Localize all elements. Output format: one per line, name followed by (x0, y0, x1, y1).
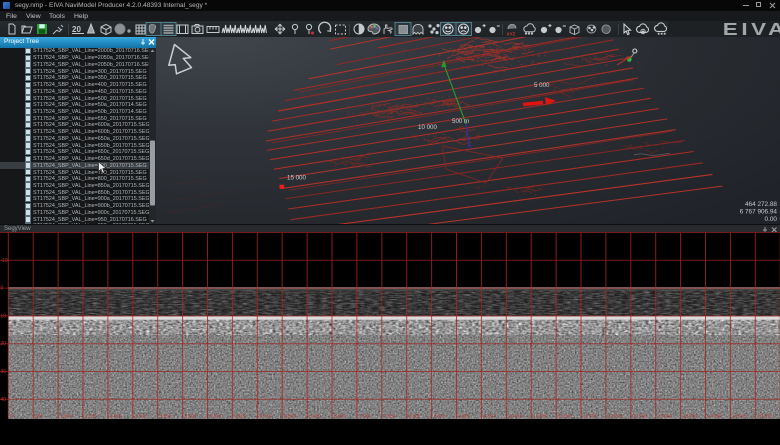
svg-text:7 000: 7 000 (359, 414, 371, 419)
svg-text:5 500: 5 500 (284, 414, 296, 419)
svg-text:XYZ: XYZ (507, 32, 516, 37)
svg-text:9 500: 9 500 (484, 414, 496, 419)
svg-text:500 m: 500 m (452, 118, 469, 125)
svg-text:8 000: 8 000 (409, 414, 421, 419)
svg-text:6 000: 6 000 (309, 414, 321, 419)
svg-text:2 500: 2 500 (135, 414, 147, 419)
svg-text:500: 500 (35, 414, 43, 419)
svg-text:0: 0 (11, 414, 14, 419)
svg-text:5 000: 5 000 (260, 414, 272, 419)
svg-text:12 500: 12 500 (633, 414, 647, 419)
svg-text:-10: -10 (1, 258, 8, 264)
svg-text:10 500: 10 500 (533, 414, 547, 419)
svg-text:7 500: 7 500 (384, 414, 396, 419)
svg-text:30: 30 (1, 369, 7, 375)
svg-text:6 500: 6 500 (334, 414, 346, 419)
svg-text:11 000: 11 000 (558, 414, 572, 419)
svg-text:13 000: 13 000 (658, 414, 672, 419)
svg-text:5 000: 5 000 (534, 82, 550, 89)
svg-text:10 000: 10 000 (418, 124, 437, 131)
svg-text:9 000: 9 000 (459, 414, 471, 419)
svg-text:0.00: 0.00 (765, 216, 778, 223)
svg-text:15 000: 15 000 (287, 175, 306, 182)
svg-text:10 000: 10 000 (509, 414, 523, 419)
svg-text:15 000: 15 000 (758, 414, 772, 419)
svg-text:14 000: 14 000 (708, 414, 722, 419)
svg-text:464 272.88: 464 272.88 (745, 201, 777, 208)
svg-text:40: 40 (1, 397, 7, 403)
svg-text:20: 20 (1, 341, 7, 347)
svg-text:10: 10 (1, 313, 7, 319)
svg-text:0: 0 (1, 286, 4, 292)
svg-text:20: 20 (72, 25, 81, 34)
svg-text:12 000: 12 000 (608, 414, 622, 419)
svg-text:11 500: 11 500 (583, 414, 597, 419)
svg-text:4 000: 4 000 (210, 414, 222, 419)
svg-text:2 000: 2 000 (110, 414, 122, 419)
svg-text:8 500: 8 500 (434, 414, 446, 419)
svg-text:3 000: 3 000 (160, 414, 172, 419)
svg-text:1 000: 1 000 (60, 414, 72, 419)
svg-text:6 767 906.94: 6 767 906.94 (740, 209, 778, 216)
svg-text:3 500: 3 500 (185, 414, 197, 419)
svg-text:1 500: 1 500 (85, 414, 97, 419)
svg-text:13 500: 13 500 (683, 414, 697, 419)
svg-text:14 500: 14 500 (733, 414, 747, 419)
svg-text:4 500: 4 500 (235, 414, 247, 419)
